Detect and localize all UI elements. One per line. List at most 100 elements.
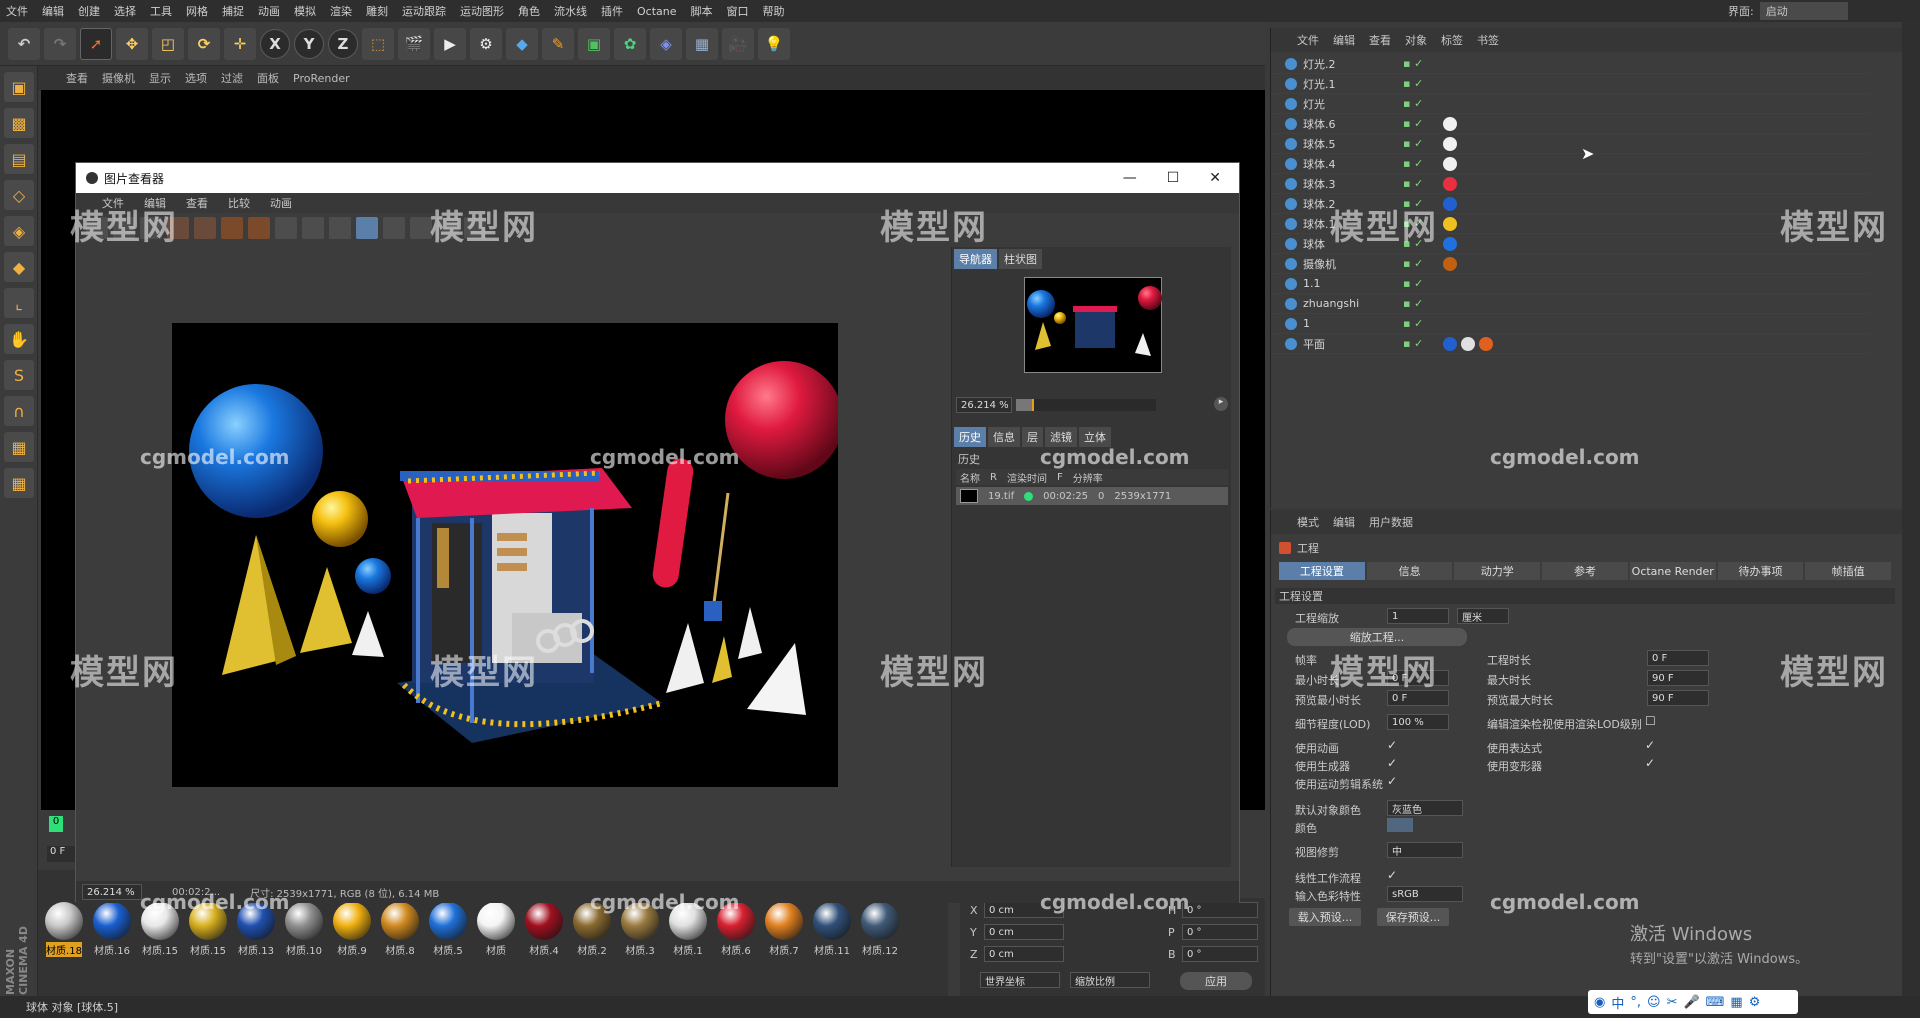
object-row[interactable]: 球体.1 ▪ ✓: [1271, 214, 1871, 234]
material-swatch[interactable]: 材质.4: [521, 902, 567, 960]
object-row[interactable]: 摄像机 ▪ ✓: [1271, 254, 1871, 274]
close-icon[interactable]: ✕: [1209, 170, 1221, 186]
pv-tab-bottom-2[interactable]: 层: [1022, 427, 1043, 447]
render-active-icon[interactable]: [194, 217, 216, 239]
visibility-check-icon[interactable]: ▪ ✓: [1403, 337, 1443, 350]
open-icon[interactable]: [86, 217, 108, 239]
material-swatch[interactable]: 材质.13: [233, 902, 279, 960]
material-tag-icon[interactable]: [1443, 136, 1457, 151]
ime-tools-icon[interactable]: ✂: [1667, 995, 1678, 1010]
coord-h-field[interactable]: 0 °: [1182, 902, 1258, 918]
use-generator-checkbox[interactable]: ✓: [1387, 756, 1397, 770]
pv-menu-item-1[interactable]: 编辑: [144, 195, 166, 211]
max-time-field[interactable]: 90 F: [1647, 670, 1709, 686]
attribute-tab-3[interactable]: 参考: [1542, 562, 1628, 580]
attribute-tab-4[interactable]: Octane Render: [1629, 562, 1716, 580]
pv-tab-top-1[interactable]: 柱状图: [999, 249, 1042, 269]
zoom-arrow-icon[interactable]: ▸: [1214, 397, 1228, 411]
material-tag-icon[interactable]: [1443, 156, 1457, 171]
scale-field[interactable]: 1: [1387, 608, 1449, 624]
menu-item-5[interactable]: 网格: [186, 3, 208, 19]
object-row[interactable]: 灯光.1 ▪ ✓: [1271, 74, 1871, 94]
attribute-menu-item-2[interactable]: 用户数据: [1369, 514, 1413, 530]
material-tag-icon[interactable]: [1443, 196, 1457, 211]
object-menu-item-5[interactable]: 书签: [1477, 32, 1499, 48]
object-row[interactable]: 球体.5 ▪ ✓: [1271, 134, 1871, 154]
pv-tab-bottom-0[interactable]: 历史: [954, 427, 986, 447]
ime-punct-icon[interactable]: °,: [1630, 995, 1641, 1010]
material-swatch[interactable]: 材质.3: [617, 902, 663, 960]
object-name[interactable]: 灯光: [1303, 96, 1403, 112]
object-menu-item-2[interactable]: 查看: [1369, 32, 1391, 48]
material-swatch[interactable]: 材质.10: [281, 902, 327, 960]
channel-alpha-icon[interactable]: [356, 217, 378, 239]
ime-voice-icon[interactable]: 🎤: [1683, 995, 1699, 1010]
menu-item-2[interactable]: 创建: [78, 3, 100, 19]
ime-keyboard-icon[interactable]: ⌨: [1706, 995, 1725, 1010]
history-col-4[interactable]: 分辨率: [1073, 470, 1103, 485]
material-tag-icon[interactable]: [1443, 176, 1457, 191]
history-col-1[interactable]: R: [990, 472, 997, 483]
pv-menu-item-0[interactable]: 文件: [102, 195, 124, 211]
attribute-menu-item-0[interactable]: 模式: [1297, 514, 1319, 530]
object-menu-item-3[interactable]: 对象: [1405, 32, 1427, 48]
visibility-check-icon[interactable]: ▪ ✓: [1403, 57, 1443, 70]
axis-mode-icon[interactable]: ⌞: [4, 288, 34, 318]
history-col-2[interactable]: 渲染时间: [1007, 470, 1047, 485]
redo-icon[interactable]: ↷: [44, 27, 76, 60]
lock-grid-icon[interactable]: ▦: [4, 432, 34, 462]
x-axis-button[interactable]: X: [260, 28, 290, 59]
use-deformer-checkbox[interactable]: ✓: [1645, 756, 1655, 770]
material-tag-icon[interactable]: [1461, 336, 1475, 351]
object-row[interactable]: 球体.2 ▪ ✓: [1271, 194, 1871, 214]
zoom-field[interactable]: 26.214 %: [956, 397, 1012, 413]
model-mode-icon[interactable]: ▣: [4, 72, 34, 102]
coord-y-field[interactable]: 0 cm: [984, 924, 1064, 940]
attribute-tab-0[interactable]: 工程设置: [1279, 562, 1365, 580]
scale-tool-icon[interactable]: ◰: [152, 27, 184, 60]
material-swatch[interactable]: 材质.2: [569, 902, 615, 960]
menu-item-4[interactable]: 工具: [150, 3, 172, 19]
attribute-tab-2[interactable]: 动力学: [1454, 562, 1541, 580]
object-row[interactable]: 球体.6 ▪ ✓: [1271, 114, 1871, 134]
material-tag-icon[interactable]: [1479, 336, 1493, 351]
navigator-thumbnail[interactable]: [1024, 277, 1162, 373]
menu-item-11[interactable]: 运动跟踪: [402, 3, 446, 19]
lod-render-checkbox[interactable]: ☐: [1645, 714, 1656, 728]
object-row[interactable]: 灯光.2 ▪ ✓: [1271, 54, 1871, 74]
attribute-tab-6[interactable]: 帧插值: [1805, 562, 1892, 580]
lod-field[interactable]: 100 %: [1387, 714, 1449, 730]
material-swatch[interactable]: 材质.11: [809, 902, 855, 960]
object-row[interactable]: 灯光 ▪ ✓: [1271, 94, 1871, 114]
swap-icon[interactable]: [248, 217, 270, 239]
object-row[interactable]: 球体.4 ▪ ✓: [1271, 154, 1871, 174]
visibility-check-icon[interactable]: ▪ ✓: [1403, 257, 1443, 270]
visibility-check-icon[interactable]: ▪ ✓: [1403, 137, 1443, 150]
menu-item-14[interactable]: 流水线: [554, 3, 587, 19]
coord-z-field[interactable]: 0 cm: [984, 946, 1064, 962]
ime-toolbar[interactable]: ◉ 中 °, ☺ ✂ 🎤 ⌨ ▦ ⚙: [1588, 990, 1798, 1014]
object-row[interactable]: 球体.3 ▪ ✓: [1271, 174, 1871, 194]
view-clip-select[interactable]: 中: [1387, 842, 1463, 858]
menu-item-19[interactable]: 帮助: [763, 3, 785, 19]
material-swatch[interactable]: 材质.18: [41, 902, 87, 960]
render-settings-icon[interactable]: ⚙: [470, 27, 502, 60]
default-color-select[interactable]: 灰蓝色: [1387, 800, 1463, 816]
visibility-check-icon[interactable]: ▪ ✓: [1403, 157, 1443, 170]
object-menu-item-4[interactable]: 标签: [1441, 32, 1463, 48]
viewport-menu-item-1[interactable]: 摄像机: [102, 70, 135, 86]
pv-menu-item-4[interactable]: 动画: [270, 195, 292, 211]
object-row[interactable]: 球体 ▪ ✓: [1271, 234, 1871, 254]
object-name[interactable]: 球体.2: [1303, 196, 1403, 212]
object-name[interactable]: 1.1: [1303, 277, 1403, 290]
object-name[interactable]: 球体.1: [1303, 216, 1403, 232]
workplane-icon[interactable]: ▤: [4, 144, 34, 174]
history-row[interactable]: 19.tif 00:02:25 0 2539x1771: [956, 487, 1228, 505]
split-icon[interactable]: [437, 217, 459, 239]
render-picture-viewer-icon[interactable]: ▶: [434, 27, 466, 60]
undo-icon[interactable]: ↶: [8, 27, 40, 60]
ime-settings-icon[interactable]: ⚙: [1749, 995, 1761, 1010]
pv-tab-top-0[interactable]: 导航器: [954, 249, 997, 269]
visibility-check-icon[interactable]: ▪ ✓: [1403, 117, 1443, 130]
visibility-check-icon[interactable]: ▪ ✓: [1403, 237, 1443, 250]
